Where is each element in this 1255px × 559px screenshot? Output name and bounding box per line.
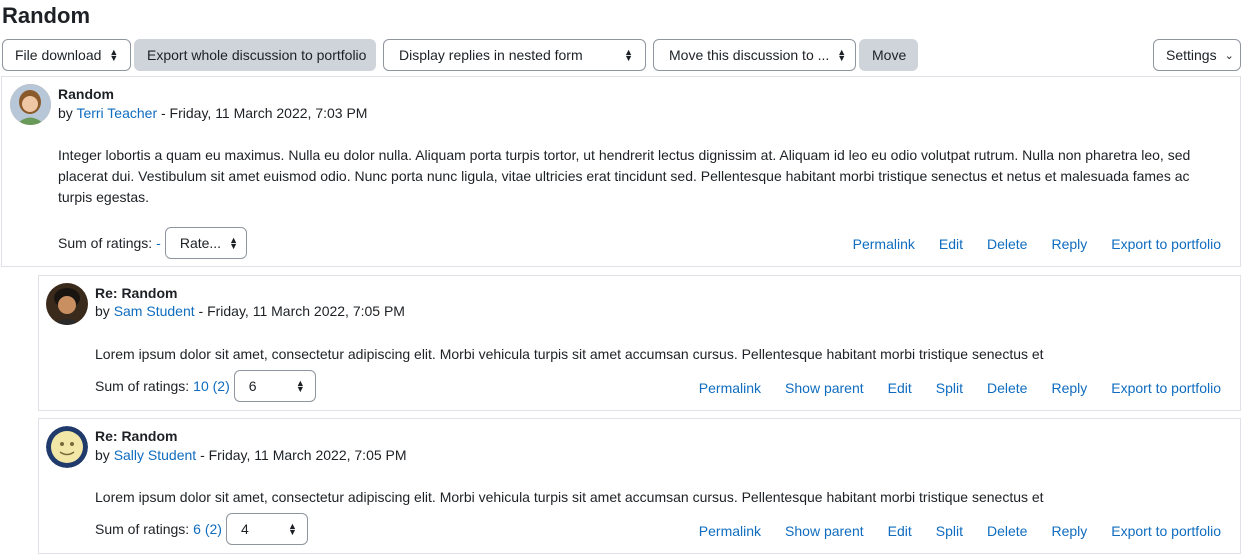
ratings-value[interactable]: 6 (2) (193, 521, 222, 537)
discussion-post: Re: Random by Sam Student - Friday, 11 M… (38, 275, 1241, 411)
updown-caret-icon: ▲ ▼ (109, 47, 119, 63)
post-commands: Permalink Edit Delete Reply Export to po… (829, 236, 1221, 252)
post-commands: Permalink Show parent Edit Split Delete … (675, 380, 1221, 396)
export-portfolio-link[interactable]: Export to portfolio (1111, 236, 1221, 252)
byline-prefix: by (95, 447, 110, 463)
post-body: Integer lobortis a quam eu maximus. Null… (58, 147, 1191, 205)
delete-link[interactable]: Delete (987, 236, 1027, 252)
split-link[interactable]: Split (936, 523, 963, 539)
avatar[interactable] (46, 426, 88, 468)
post-byline: by Terri Teacher - Friday, 11 March 2022… (58, 105, 367, 121)
permalink-link[interactable]: Permalink (853, 236, 915, 252)
export-portfolio-link[interactable]: Export to portfolio (1111, 380, 1221, 396)
rate-select[interactable]: Rate... ▲ ▼ (164, 227, 247, 259)
author-link[interactable]: Sam Student (114, 303, 195, 319)
post-body: Lorem ipsum dolor sit amet, consectetur … (95, 346, 1044, 362)
split-link[interactable]: Split (936, 380, 963, 396)
ratings: Sum of ratings: - Rate... ▲ ▼ (58, 227, 247, 259)
export-discussion-label: Export whole discussion to portfolio (147, 47, 367, 63)
discussion-post: Random by Terri Teacher - Friday, 11 Mar… (1, 76, 1241, 267)
page-title: Random (2, 3, 90, 28)
file-download-select[interactable]: File download ▲ ▼ (2, 39, 131, 71)
ratings-label: Sum of ratings: (95, 521, 190, 537)
edit-link[interactable]: Edit (939, 236, 963, 252)
post-date: - Friday, 11 March 2022, 7:05 PM (196, 447, 407, 463)
chevron-down-icon: ⌄ (1224, 49, 1234, 62)
updown-caret-icon: ▲ ▼ (295, 378, 305, 394)
avatar[interactable] (10, 84, 51, 125)
updown-caret-icon: ▲ ▼ (229, 235, 238, 251)
reply-link[interactable]: Reply (1051, 380, 1087, 396)
rate-select-value: 4 (240, 521, 249, 537)
settings-menu-button[interactable]: Settings ⌄ (1153, 39, 1241, 71)
ratings-label: Sum of ratings: (58, 235, 153, 251)
avatar-image (10, 84, 51, 125)
rate-select-value: 6 (248, 378, 257, 394)
delete-link[interactable]: Delete (987, 380, 1027, 396)
discussion-post: Re: Random by Sally Student - Friday, 11… (38, 418, 1241, 554)
post-subject: Re: Random (95, 285, 178, 301)
ratings: Sum of ratings: 6 (2) 4 ▲ ▼ (95, 513, 308, 545)
show-parent-link[interactable]: Show parent (785, 523, 864, 539)
edit-link[interactable]: Edit (888, 380, 912, 396)
rate-select-value: Rate... (179, 235, 222, 251)
ratings: Sum of ratings: 10 (2) 6 ▲ ▼ (95, 370, 316, 402)
post-subject: Random (58, 86, 114, 102)
rate-select[interactable]: 6 ▲ ▼ (233, 370, 316, 402)
move-discussion-label: Move this discussion to ... (669, 47, 830, 63)
display-mode-label: Display replies in nested form (399, 47, 583, 63)
updown-caret-icon: ▲ ▼ (837, 47, 847, 63)
author-link[interactable]: Sally Student (114, 447, 197, 463)
reply-link[interactable]: Reply (1051, 523, 1087, 539)
updown-caret-icon: ▲ ▼ (288, 521, 297, 537)
updown-caret-icon: ▲ ▼ (624, 47, 633, 63)
delete-link[interactable]: Delete (987, 523, 1027, 539)
permalink-link[interactable]: Permalink (699, 523, 761, 539)
avatar[interactable] (46, 283, 88, 325)
post-date: - Friday, 11 March 2022, 7:05 PM (194, 303, 405, 319)
move-button[interactable]: Move (859, 39, 918, 71)
byline-prefix: by (95, 303, 110, 319)
ratings-value[interactable]: - (156, 235, 161, 251)
move-label: Move (872, 47, 907, 63)
settings-label: Settings (1166, 47, 1217, 63)
show-parent-link[interactable]: Show parent (785, 380, 864, 396)
edit-link[interactable]: Edit (888, 523, 912, 539)
rate-select[interactable]: 4 ▲ ▼ (225, 513, 308, 545)
ratings-value[interactable]: 10 (2) (193, 378, 230, 394)
post-date: - Friday, 11 March 2022, 7:03 PM (157, 105, 368, 121)
file-download-label: File download (15, 47, 102, 63)
ratings-label: Sum of ratings: (95, 378, 190, 394)
export-portfolio-link[interactable]: Export to portfolio (1111, 523, 1221, 539)
reply-link[interactable]: Reply (1051, 236, 1087, 252)
export-discussion-button[interactable]: Export whole discussion to portfolio (134, 39, 376, 71)
display-mode-select[interactable]: Display replies in nested form ▲ ▼ (383, 39, 646, 71)
avatar-image (46, 426, 88, 468)
avatar-image (46, 283, 88, 325)
post-byline: by Sam Student - Friday, 11 March 2022, … (95, 303, 405, 319)
post-subject: Re: Random (95, 428, 178, 444)
post-byline: by Sally Student - Friday, 11 March 2022… (95, 447, 407, 463)
byline-prefix: by (58, 105, 73, 121)
move-discussion-select[interactable]: Move this discussion to ... ▲ ▼ (653, 39, 856, 71)
permalink-link[interactable]: Permalink (699, 380, 761, 396)
post-body: Lorem ipsum dolor sit amet, consectetur … (95, 489, 1044, 505)
post-commands: Permalink Show parent Edit Split Delete … (675, 523, 1221, 539)
author-link[interactable]: Terri Teacher (76, 105, 157, 121)
